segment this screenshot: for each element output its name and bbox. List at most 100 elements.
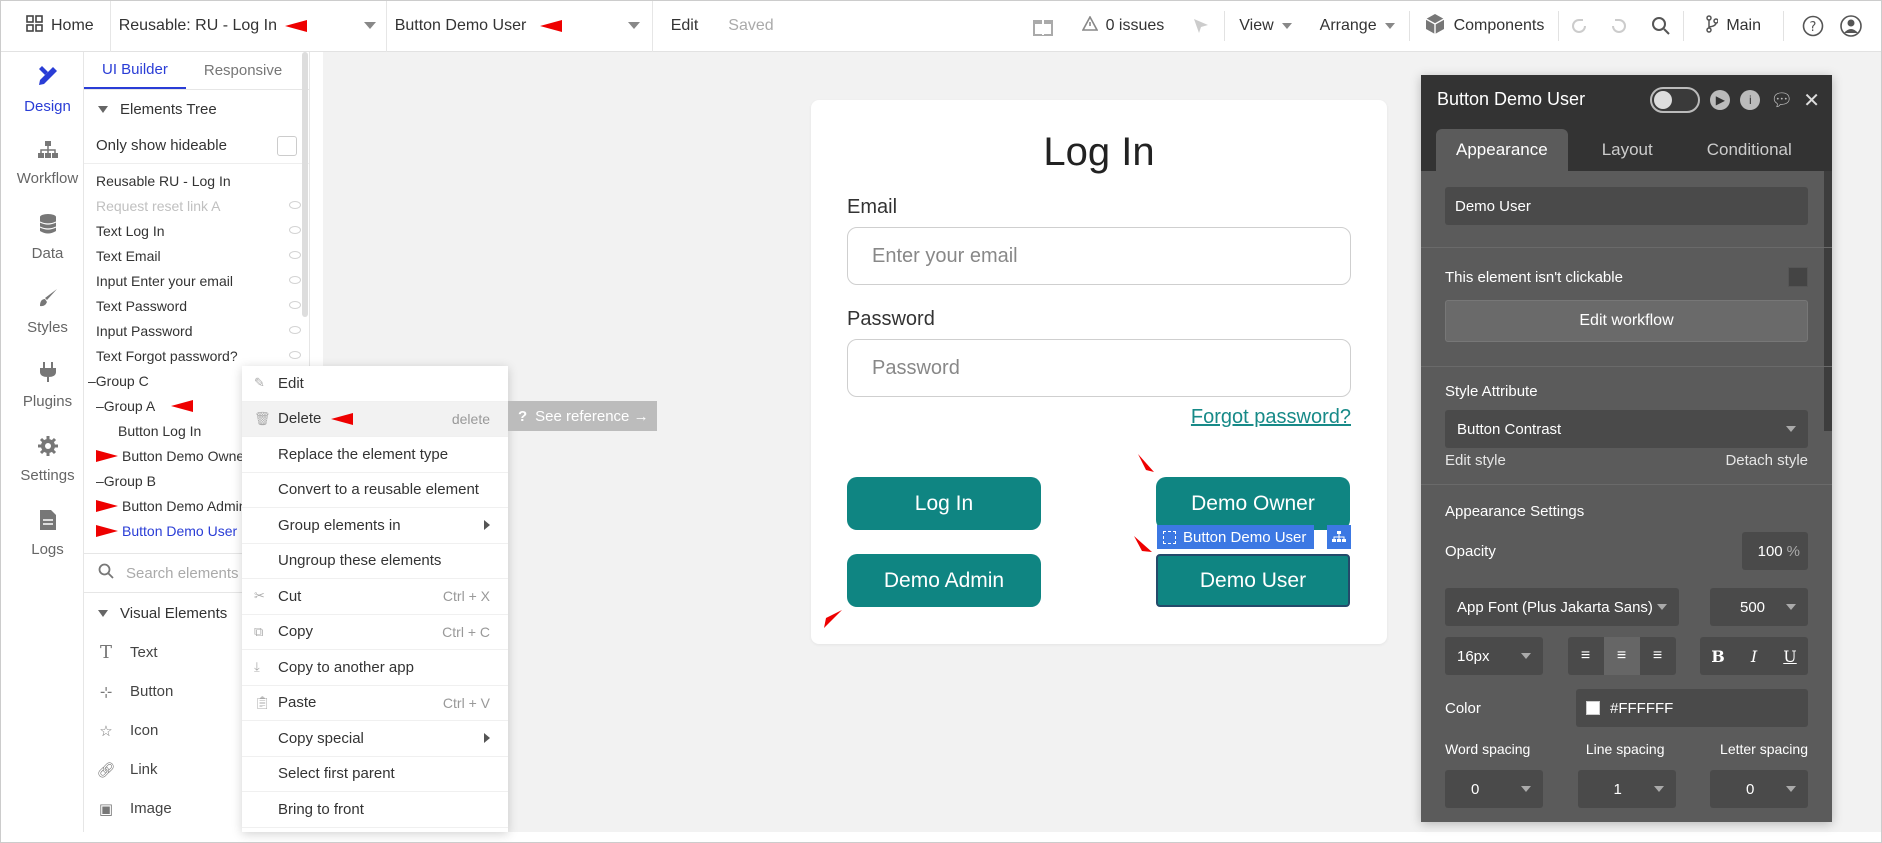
menu-item-bring-front[interactable]: Bring to front (242, 792, 508, 828)
menu-item-ungroup[interactable]: Ungroup these elements (242, 544, 508, 579)
edit-style-link[interactable]: Edit style (1445, 452, 1506, 469)
forgot-password-link[interactable]: Forgot password? (1191, 406, 1351, 429)
tree-item[interactable]: Reusable RU - Log In (84, 168, 309, 193)
word-spacing-dropdown[interactable]: 0 (1445, 770, 1543, 808)
account-icon[interactable] (1834, 0, 1882, 52)
menu-item-copy-to-app[interactable]: ⤓ Copy to another app (242, 650, 508, 686)
line-spacing-dropdown[interactable]: 1 (1577, 770, 1676, 808)
underline-icon[interactable]: U (1772, 637, 1808, 675)
demo-admin-button[interactable]: Demo Admin (847, 554, 1041, 607)
tree-item[interactable]: Text Forgot password? (84, 343, 309, 368)
menu-item-group[interactable]: Group elements in (242, 508, 508, 544)
rail-plugins[interactable]: Plugins (12, 348, 83, 422)
rail-styles[interactable]: Styles (12, 274, 83, 348)
redo-icon[interactable] (1599, 0, 1639, 52)
tree-item[interactable]: Input Password (84, 318, 309, 343)
button-text-field[interactable]: Demo User (1445, 187, 1808, 225)
inspect-icon[interactable] (1178, 0, 1224, 52)
login-button[interactable]: Log In (847, 477, 1041, 530)
align-right-icon[interactable]: ≡ (1640, 637, 1676, 675)
comment-icon[interactable]: 💬︎ (1770, 90, 1793, 111)
element-selector[interactable]: Button Demo User (387, 0, 653, 52)
components-button[interactable]: Components (1410, 0, 1559, 52)
tab-appearance[interactable]: Appearance (1436, 129, 1568, 171)
password-field[interactable]: Password (847, 339, 1351, 397)
tree-item[interactable]: Text Email (84, 243, 309, 268)
tree-item[interactable]: Text Log In (84, 218, 309, 243)
search-icon[interactable] (1639, 0, 1683, 52)
only-hideable-toggle[interactable]: Only show hideable (84, 128, 309, 164)
rail-data[interactable]: Data (12, 200, 83, 274)
email-label[interactable]: Email (847, 196, 897, 219)
tab-conditional[interactable]: Conditional (1687, 129, 1812, 171)
edit-menu[interactable]: Edit (671, 17, 699, 35)
opacity-input[interactable]: 100% (1742, 532, 1808, 570)
see-reference-button[interactable]: ? See reference → (508, 401, 657, 431)
menu-item-delete[interactable]: 🗑︎ Delete delete (242, 401, 508, 437)
eye-icon[interactable] (289, 351, 301, 359)
password-label[interactable]: Password (847, 308, 935, 331)
italic-icon[interactable]: I (1736, 637, 1772, 675)
view-menu[interactable]: View (1225, 0, 1305, 52)
detach-style-link[interactable]: Detach style (1725, 452, 1808, 469)
tree-item[interactable]: Input Enter your email (84, 268, 309, 293)
only-hideable-checkbox[interactable] (277, 135, 297, 156)
align-center-icon[interactable]: ≡ (1603, 637, 1640, 675)
branch-selector[interactable]: Main (1684, 0, 1783, 52)
bold-icon[interactable]: B (1700, 637, 1736, 675)
demo-owner-button[interactable]: Demo Owner (1156, 477, 1350, 530)
login-card[interactable]: Log In Email Enter your email Password P… (811, 100, 1387, 644)
elements-tree-header[interactable]: Elements Tree (84, 90, 309, 128)
tree-item[interactable]: Text Password (84, 293, 309, 318)
selection-label[interactable]: Button Demo User (1157, 525, 1315, 549)
tab-responsive[interactable]: Responsive (186, 52, 300, 89)
eye-icon[interactable] (289, 251, 301, 259)
edit-workflow-button[interactable]: Edit workflow (1445, 300, 1808, 342)
left-panel-scrollbar[interactable] (302, 52, 308, 317)
preview-toggle[interactable] (1650, 87, 1701, 113)
font-family-dropdown[interactable]: App Font (Plus Jakarta Sans) (1445, 588, 1679, 626)
page-title[interactable]: Log In (811, 130, 1387, 175)
style-dropdown[interactable]: Button Contrast (1445, 410, 1808, 448)
align-left-icon[interactable]: ≡ (1568, 637, 1604, 675)
rail-workflow[interactable]: Workflow (12, 126, 83, 200)
not-clickable-checkbox[interactable] (1788, 267, 1808, 287)
info-icon[interactable]: i (1740, 90, 1761, 110)
gift-icon[interactable] (1018, 0, 1068, 52)
play-icon[interactable]: ▶ (1710, 90, 1731, 110)
tab-layout[interactable]: Layout (1582, 129, 1673, 171)
demo-user-button[interactable]: Demo User (1156, 554, 1350, 607)
letter-spacing-dropdown[interactable]: 0 (1710, 770, 1808, 808)
search-elements-input[interactable]: Search elements (126, 565, 239, 582)
menu-item-select-parent[interactable]: Select first parent (242, 757, 508, 792)
arrange-menu[interactable]: Arrange (1306, 0, 1409, 52)
menu-item-copy[interactable]: ⧉ Copy Ctrl + C (242, 615, 508, 650)
color-picker[interactable]: #FFFFFF (1576, 689, 1808, 727)
menu-item-replace[interactable]: Replace the element type (242, 437, 508, 473)
page-selector[interactable]: Reusable: RU - Log In (111, 0, 387, 52)
eye-icon[interactable] (289, 301, 301, 309)
menu-item-convert[interactable]: Convert to a reusable element (242, 473, 508, 508)
menu-item-copy-special[interactable]: Copy special (242, 721, 508, 757)
rail-design[interactable]: Design (12, 52, 83, 126)
rail-settings[interactable]: Settings (12, 422, 83, 496)
menu-item-edit[interactable]: ✎ Edit (242, 366, 508, 402)
issues-indicator[interactable]: 0 issues (1068, 0, 1179, 52)
undo-icon[interactable] (1559, 0, 1599, 52)
property-editor-header[interactable]: Button Demo User ▶ i 💬︎ ✕ (1421, 75, 1832, 123)
rail-logs[interactable]: Logs (12, 496, 83, 570)
menu-item-cut[interactable]: ✂ Cut Ctrl + X (242, 579, 508, 615)
font-size-dropdown[interactable]: 16px (1445, 637, 1543, 675)
tab-ui-builder[interactable]: UI Builder (84, 52, 186, 89)
menu-item-paste[interactable]: 📋︎ Paste Ctrl + V (242, 686, 508, 721)
hierarchy-icon[interactable] (1327, 525, 1351, 549)
home-button[interactable]: Home (0, 0, 111, 52)
eye-icon[interactable] (289, 326, 301, 334)
eye-icon[interactable] (289, 201, 301, 209)
eye-icon[interactable] (289, 226, 301, 234)
help-icon[interactable]: ? (1784, 0, 1834, 52)
eye-icon[interactable] (289, 276, 301, 284)
close-icon[interactable]: ✕ (1803, 88, 1820, 113)
font-weight-dropdown[interactable]: 500 (1710, 588, 1808, 626)
email-field[interactable]: Enter your email (847, 227, 1351, 285)
